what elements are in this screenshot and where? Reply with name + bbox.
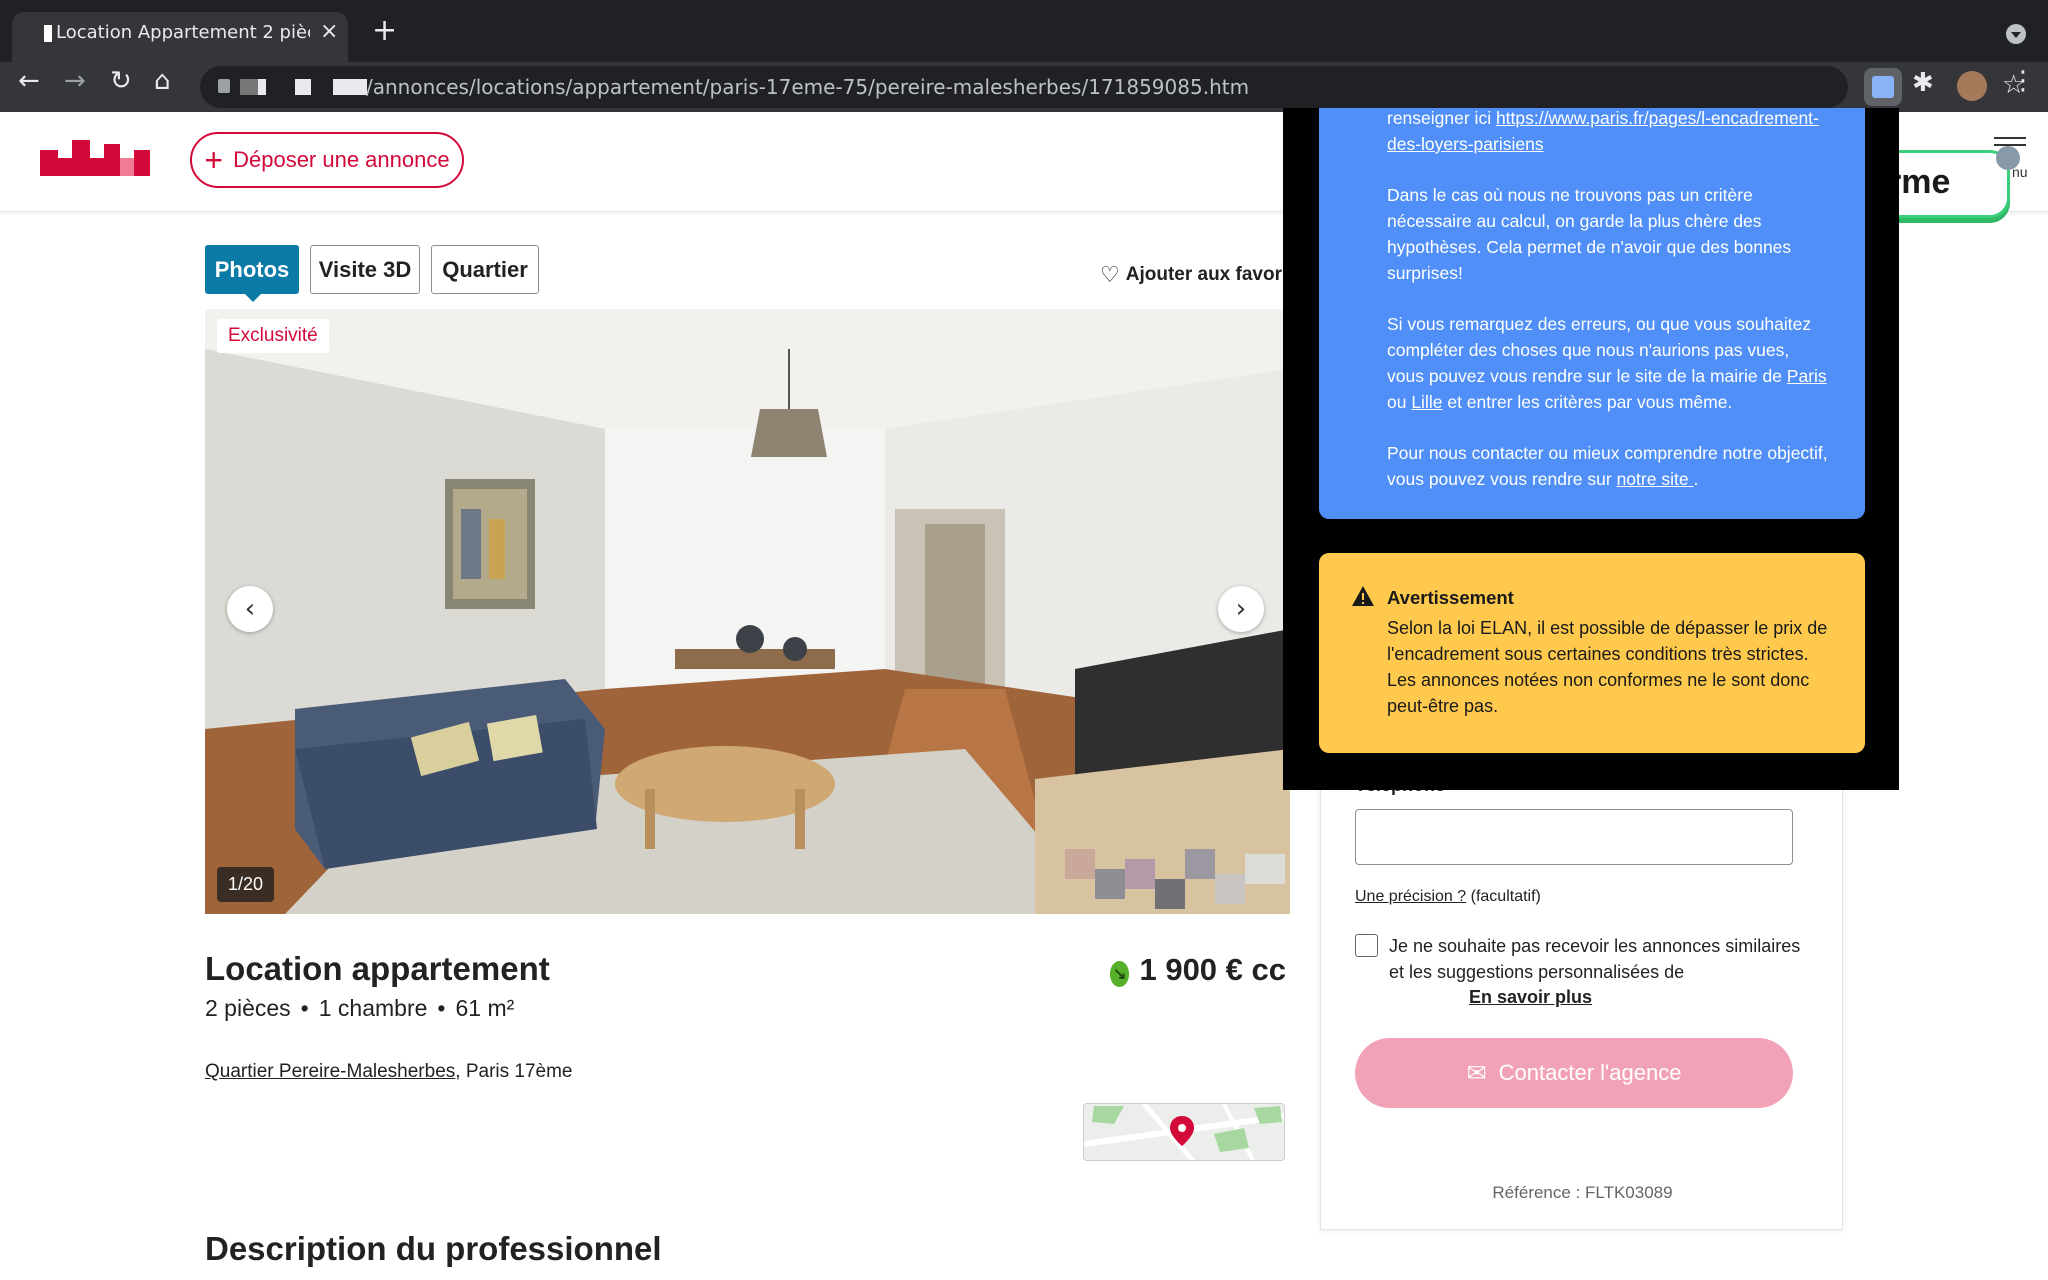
spec-separator: • — [437, 995, 446, 1021]
listing-specs: 2 pièces • 1 chambre • 61 m² — [205, 995, 514, 1022]
lille-link[interactable]: Lille — [1411, 392, 1442, 412]
location-line: Quartier Pereire-Malesherbes, Paris 17èm… — [205, 1061, 573, 1083]
spec-separator: • — [300, 995, 309, 1021]
lock-icon[interactable] — [218, 79, 230, 93]
extension-popup: renseigner ici https://www.paris.fr/page… — [1283, 108, 1899, 790]
spec-rooms: 2 pièces — [205, 995, 291, 1021]
precision-optional: (facultatif) — [1466, 888, 1541, 905]
price-value: 1 900 € cc — [1139, 952, 1286, 987]
tab-title[interactable]: Location Appartement 2 pièces — [56, 22, 310, 43]
info-paragraph-contact: Pour nous contacter ou mieux comprendre … — [1387, 443, 1828, 489]
add-favorite-button[interactable]: ♡ Ajouter aux favoris — [1100, 262, 1298, 288]
city-text: , Paris 17ème — [455, 1061, 573, 1082]
contacter-agence-label: Contacter l'agence — [1498, 1060, 1682, 1085]
info-paragraph-contact-end: . — [1693, 469, 1699, 489]
redacted-block — [240, 79, 258, 95]
quartier-link[interactable]: Quartier Pereire-Malesherbes — [205, 1061, 455, 1082]
forward-icon[interactable]: → — [64, 68, 86, 94]
warning-title: Avertissement — [1387, 587, 1514, 608]
address-bar[interactable]: /annonces/locations/appartement/paris-17… — [200, 66, 2025, 108]
deposer-annonce-label: Déposer une annonce — [233, 147, 450, 172]
add-favorite-label: Ajouter aux favoris — [1125, 264, 1298, 285]
new-tab-icon[interactable]: + — [372, 16, 397, 46]
info-panel: renseigner ici https://www.paris.fr/page… — [1319, 108, 1865, 519]
extension-active-icon[interactable] — [1864, 68, 1902, 106]
description-title: Description du professionnel — [205, 1230, 662, 1267]
reference-text: Référence : FLTK03089 — [1492, 1183, 1673, 1202]
extensions-puzzle-icon[interactable]: ✱ — [1912, 70, 1934, 96]
notre-site-link[interactable]: notre site — [1617, 469, 1694, 489]
redacted-block — [258, 79, 266, 95]
back-icon[interactable]: ← — [18, 68, 40, 94]
photo-carousel[interactable]: Exclusivité ‹ › 1/20 — [205, 309, 1290, 914]
hamburger-menu-icon[interactable]: nu — [1990, 132, 2030, 182]
price-trend-down-icon: ↘ — [1110, 961, 1130, 987]
en-savoir-plus-link[interactable]: En savoir plus — [1469, 987, 1592, 1008]
optout-label: Je ne souhaite pas recevoir les annonces… — [1389, 936, 1801, 982]
heart-icon: ♡ — [1100, 262, 1120, 287]
contact-form-card: Téléphone Une précision ? (facultatif) J… — [1320, 770, 1843, 1230]
word-or: ou — [1387, 392, 1412, 412]
tab-close-icon[interactable]: × — [320, 19, 338, 44]
previous-photo-button[interactable]: ‹ — [227, 586, 273, 632]
contacter-agence-button[interactable]: ✉ Contacter l'agence — [1355, 1038, 1793, 1108]
redacted-block — [295, 79, 311, 95]
tab-quartier[interactable]: Quartier — [431, 245, 539, 294]
home-icon[interactable]: ⌂ — [154, 68, 171, 94]
site-logo[interactable] — [40, 140, 150, 176]
browser-menu-icon[interactable]: ⋮ — [2010, 68, 2036, 94]
tab-search-icon[interactable] — [2006, 24, 2026, 44]
profile-avatar[interactable] — [1957, 71, 1987, 101]
info-paragraph-errors: Si vous remarquez des erreurs, ou que vo… — [1387, 314, 1812, 386]
map-thumbnail — [1084, 1104, 1284, 1160]
browser-tabstrip: Location Appartement 2 pièces × + — [0, 0, 2048, 62]
mail-icon: ✉ — [1466, 1059, 1487, 1087]
spec-bedrooms: 1 chambre — [318, 995, 428, 1021]
listing-title: Location appartement — [205, 950, 550, 987]
photo-counter: 1/20 — [217, 867, 275, 902]
plus-icon: + — [204, 142, 224, 178]
apartment-photo — [205, 309, 1290, 914]
optout-checkbox[interactable] — [1355, 934, 1378, 957]
reload-icon[interactable]: ↻ — [110, 68, 132, 94]
listing-price: ↘ 1 900 € cc — [1110, 952, 1286, 988]
chevron-left-icon: ‹ — [244, 594, 256, 624]
warning-panel: Avertissement Selon la loi ELAN, il est … — [1319, 553, 1865, 753]
next-photo-button[interactable]: › — [1218, 586, 1264, 632]
tab-favicon-icon — [44, 25, 52, 42]
chevron-right-icon: › — [1235, 594, 1247, 624]
info-link-prefix: renseigner ici — [1387, 108, 1496, 128]
exclusivite-badge: Exclusivité — [217, 319, 329, 353]
precision-link[interactable]: Une précision ? — [1355, 888, 1466, 905]
tab-photos[interactable]: Photos — [205, 245, 299, 302]
warning-body: Selon la loi ELAN, il est possible de dé… — [1387, 618, 1828, 716]
info-paragraph-errors-end: et entrer les critères par vous même. — [1442, 392, 1733, 412]
deposer-annonce-button[interactable]: + Déposer une annonce — [190, 132, 464, 188]
warning-icon — [1352, 586, 1374, 606]
mini-map[interactable] — [1083, 1103, 1285, 1161]
info-paragraph-missing: Dans le cas où nous ne trouvons pas un c… — [1387, 185, 1792, 283]
menu-label-fragment: nu — [2012, 164, 2028, 180]
tab-visite-3d[interactable]: Visite 3D — [310, 245, 420, 294]
phone-input[interactable] — [1355, 809, 1793, 865]
redacted-block — [333, 79, 367, 95]
paris-link[interactable]: Paris — [1787, 366, 1827, 386]
spec-surface: 61 m² — [455, 995, 515, 1021]
extension-image — [1872, 76, 1894, 98]
precision-line: Une précision ? (facultatif) — [1355, 888, 1541, 906]
url-text[interactable]: /annonces/locations/appartement/paris-17… — [366, 75, 1249, 99]
